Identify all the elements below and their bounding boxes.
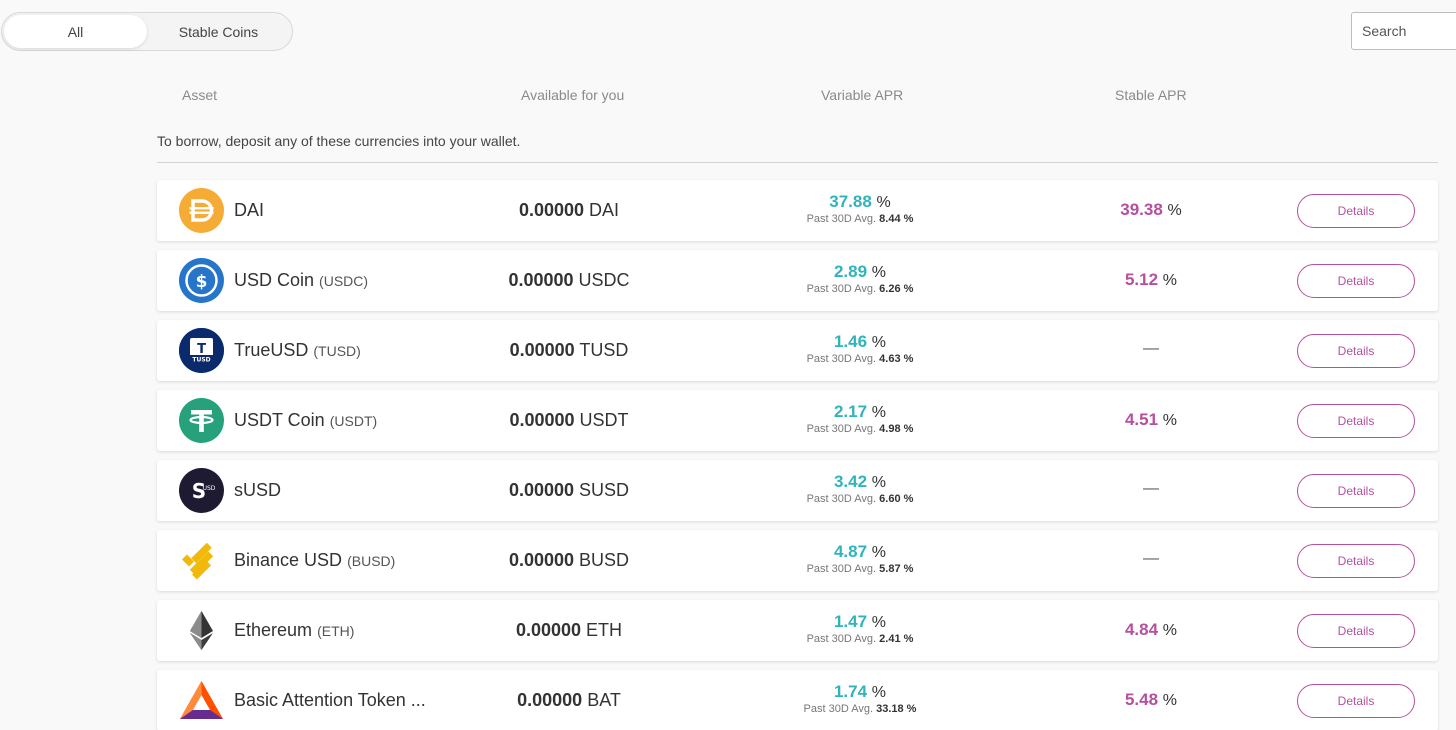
asset-row[interactable]: $ USD Coin (USDC) 0.00000 USDC 2.89 % Pa… xyxy=(157,250,1438,311)
asset-name: DAI xyxy=(234,200,265,220)
search-input[interactable] xyxy=(1351,12,1456,50)
stable-apr: 5.12 % xyxy=(1124,270,1178,289)
column-header-asset[interactable]: Asset xyxy=(182,87,217,103)
divider xyxy=(157,162,1438,163)
stable-apr: 4.51 % xyxy=(1124,410,1178,429)
available-amount: 0.00000 USDT xyxy=(509,410,629,430)
asset-name: Binance USD (BUSD) xyxy=(234,550,396,570)
stable-apr: — xyxy=(1143,480,1159,497)
asset-row[interactable]: Binance USD (BUSD) 0.00000 BUSD 4.87 % P… xyxy=(157,530,1438,591)
asset-row[interactable]: USDT Coin (USDT) 0.00000 USDT 2.17 % Pas… xyxy=(157,390,1438,451)
available-amount: 0.00000 BUSD xyxy=(508,550,630,570)
details-button[interactable]: Details xyxy=(1297,544,1415,578)
column-header-variable-apr[interactable]: Variable APR xyxy=(821,87,903,103)
busd-icon xyxy=(179,538,224,583)
tab-stable-coins[interactable]: Stable Coins xyxy=(147,15,290,48)
susd-icon: S USD xyxy=(179,468,224,513)
asset-row[interactable]: S USD sUSD 0.00000 SUSD 3.42 % Past 30D A… xyxy=(157,460,1438,521)
svg-text:T: T xyxy=(197,342,206,357)
svg-text:$: $ xyxy=(196,272,208,292)
details-button[interactable]: Details xyxy=(1297,334,1415,368)
dai-icon xyxy=(179,188,224,233)
stable-apr: 5.48 % xyxy=(1124,690,1178,709)
variable-apr: 1.47 % Past 30D Avg. 2.41 % xyxy=(806,612,914,645)
details-button[interactable]: Details xyxy=(1297,194,1415,228)
asset-name: USDT Coin (USDT) xyxy=(234,410,378,430)
usdt-icon xyxy=(179,398,224,443)
asset-row[interactable]: DAI 0.00000 DAI 37.88 % Past 30D Avg. 8.… xyxy=(157,180,1438,241)
asset-filter-toggle: All Stable Coins xyxy=(1,12,293,51)
svg-text:USD: USD xyxy=(203,485,216,492)
asset-row[interactable]: Ethereum (ETH) 0.00000 ETH 1.47 % Past 3… xyxy=(157,600,1438,661)
available-amount: 0.00000 TUSD xyxy=(509,340,629,360)
deposit-notice: To borrow, deposit any of these currenci… xyxy=(157,133,521,149)
eth-icon xyxy=(179,608,224,653)
variable-apr: 2.17 % Past 30D Avg. 4.98 % xyxy=(806,402,914,435)
stable-apr: — xyxy=(1143,340,1159,357)
usdc-icon: $ xyxy=(179,258,224,303)
details-button[interactable]: Details xyxy=(1297,474,1415,508)
available-amount: 0.00000 USDC xyxy=(508,270,630,290)
asset-row[interactable]: T TUSD TrueUSD (TUSD) 0.00000 TUSD 1.46 %… xyxy=(157,320,1438,381)
available-amount: 0.00000 DAI xyxy=(518,200,620,220)
stable-apr: 4.84 % xyxy=(1124,620,1178,639)
available-amount: 0.00000 ETH xyxy=(515,620,623,640)
variable-apr: 37.88 % Past 30D Avg. 8.44 % xyxy=(806,192,914,225)
asset-row[interactable]: Basic Attention Token ... 0.00000 BAT 1.… xyxy=(157,670,1438,730)
asset-name: USD Coin (USDC) xyxy=(234,270,369,290)
stable-apr: 39.38 % xyxy=(1120,200,1182,219)
svg-text:TUSD: TUSD xyxy=(192,357,210,364)
column-header-stable-apr[interactable]: Stable APR xyxy=(1115,87,1187,103)
details-button[interactable]: Details xyxy=(1297,684,1415,718)
variable-apr: 1.46 % Past 30D Avg. 4.63 % xyxy=(806,332,914,365)
asset-name: Basic Attention Token ... xyxy=(234,690,426,710)
variable-apr: 2.89 % Past 30D Avg. 6.26 % xyxy=(806,262,914,295)
available-amount: 0.00000 SUSD xyxy=(508,480,630,500)
asset-name: Ethereum (ETH) xyxy=(234,620,355,640)
variable-apr: 1.74 % Past 30D Avg. 33.18 % xyxy=(803,682,917,715)
stable-apr: — xyxy=(1143,550,1159,567)
details-button[interactable]: Details xyxy=(1297,614,1415,648)
asset-name: sUSD xyxy=(234,480,282,500)
tusd-icon: T TUSD xyxy=(179,328,224,373)
asset-name: TrueUSD (TUSD) xyxy=(234,340,361,360)
details-button[interactable]: Details xyxy=(1297,264,1415,298)
variable-apr: 4.87 % Past 30D Avg. 5.87 % xyxy=(806,542,914,575)
available-amount: 0.00000 BAT xyxy=(517,690,621,710)
variable-apr: 3.42 % Past 30D Avg. 6.60 % xyxy=(806,472,914,505)
bat-icon xyxy=(179,678,224,723)
column-header-available[interactable]: Available for you xyxy=(521,87,624,103)
tab-all[interactable]: All xyxy=(4,15,147,48)
asset-list: DAI 0.00000 DAI 37.88 % Past 30D Avg. 8.… xyxy=(157,180,1438,730)
details-button[interactable]: Details xyxy=(1297,404,1415,438)
